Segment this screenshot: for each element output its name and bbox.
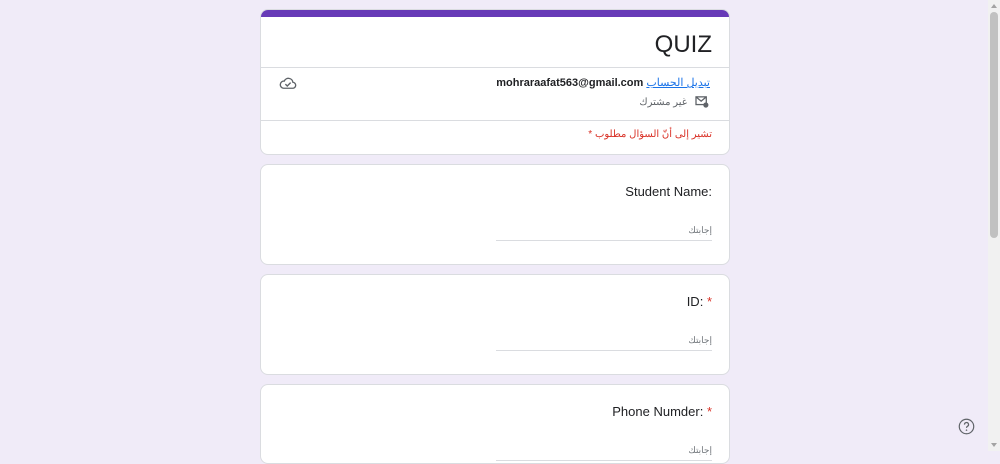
accent-bar	[261, 10, 729, 17]
divider	[261, 67, 729, 68]
account-line: mohraraafat563@gmail.com تبديل الحساب	[496, 76, 712, 89]
form-header-card: QUIZ mohraraafat563@gmail.com تبديل الحس…	[260, 9, 730, 155]
switch-account-link[interactable]: تبديل الحساب	[646, 77, 710, 89]
question-card-id: ID: *	[260, 274, 730, 375]
question-title: Student Name:	[625, 184, 712, 199]
account-email: mohraraafat563@gmail.com	[496, 77, 644, 89]
required-note: * تشير إلى أنّ السؤال مطلوب	[588, 129, 712, 140]
scrollbar-thumb[interactable]	[990, 12, 998, 238]
scroll-down-arrow-icon[interactable]	[990, 441, 998, 449]
form-title: QUIZ	[654, 31, 712, 58]
question-label: Phone Numder:	[612, 404, 704, 419]
question-label: Student Name:	[625, 184, 712, 199]
share-status-label: غير مشترك	[639, 96, 687, 108]
help-icon[interactable]	[958, 418, 975, 435]
divider	[261, 120, 729, 121]
mail-share-icon	[695, 96, 709, 108]
question-card-phone: Phone Numder: *	[260, 384, 730, 464]
question-label: ID:	[686, 294, 704, 309]
question-title: ID: *	[687, 294, 712, 309]
id-input[interactable]	[496, 329, 712, 351]
student-name-input[interactable]	[496, 219, 712, 241]
cloud-check-icon	[279, 77, 297, 89]
question-card-student-name: Student Name:	[260, 164, 730, 265]
share-status: غير مشترك	[639, 96, 709, 108]
phone-input[interactable]	[496, 439, 712, 461]
scroll-up-arrow-icon[interactable]	[990, 2, 998, 10]
required-asterisk: *	[706, 294, 712, 309]
question-title: Phone Numder: *	[612, 404, 712, 419]
required-asterisk: *	[706, 404, 712, 419]
scrollbar[interactable]	[988, 0, 1000, 451]
